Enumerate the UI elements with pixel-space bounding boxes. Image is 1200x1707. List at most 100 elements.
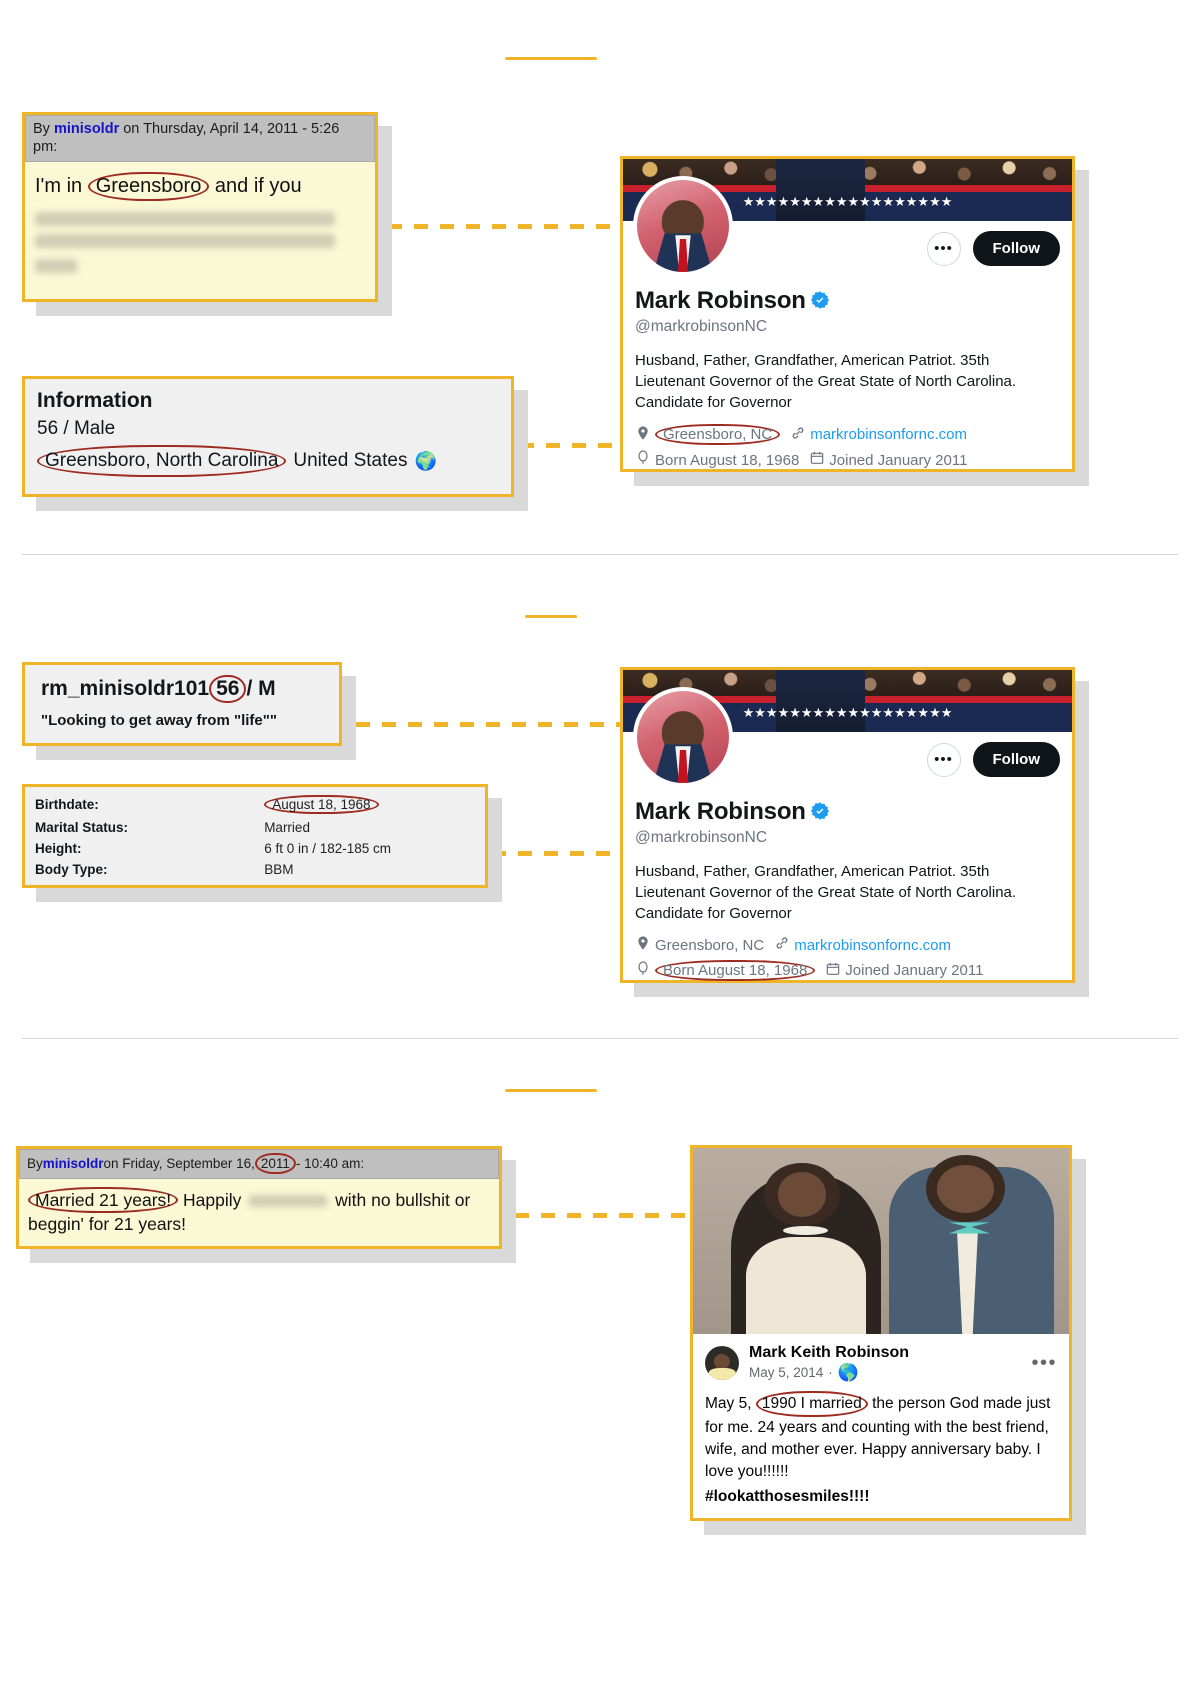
forum-post-1: By minisoldr on Thursday, April 14, 2011… [22, 112, 378, 302]
table-row: Height: 6 ft 0 in / 182-185 cm [25, 838, 485, 859]
annotation-age-56: 56 [209, 675, 247, 703]
profile-joined-2: Joined January 2011 [845, 962, 984, 979]
redacted-text-line-2 [35, 233, 335, 248]
profile-meta-row-1b: Born August 18, 1968 Joined January 2011 [635, 450, 1060, 470]
born-item-1: Born August 18, 1968 [635, 450, 799, 470]
forum-post-1-body-suffix: and if you [209, 175, 302, 197]
more-options-button[interactable]: ••• [926, 231, 961, 266]
forum-post-3-header: By minisoldr on Friday, September 16, 20… [19, 1149, 499, 1179]
redacted-word [249, 1195, 328, 1208]
table-row: Body Type: BBM [25, 859, 485, 880]
follow-button[interactable]: Follow [972, 742, 1060, 777]
forum-post-3: By minisoldr on Friday, September 16, 20… [16, 1146, 502, 1249]
avatar[interactable] [637, 691, 729, 783]
profile-handle-1: @markrobinsonNC [635, 318, 768, 335]
forum-post-3-by-label: By [27, 1156, 43, 1171]
calendar-icon [825, 961, 841, 981]
avatar-ring-2 [633, 687, 733, 787]
profile-display-name-2: Mark Robinson [635, 798, 1060, 828]
more-options-button[interactable]: ••• [926, 742, 961, 777]
profile-website-link-1[interactable]: markrobinsonfornc.com [810, 426, 967, 443]
annotation-birthdate: August 18, 1968 [264, 795, 379, 814]
facebook-hashtag[interactable]: #lookatthosesmiles [705, 1488, 849, 1505]
details-label-3: Body Type: [35, 862, 108, 877]
profile-handle-2: @markrobinsonNC [635, 829, 768, 846]
profile-joined-1: Joined January 2011 [829, 451, 968, 469]
link-icon [774, 935, 790, 955]
annotation-married-21-years: Married 21 years! [28, 1187, 179, 1213]
annotation-greensboro-nc-profile: Greensboro, NC [655, 424, 781, 445]
section-2-tick [525, 615, 577, 618]
connector-details-to-profile-2 [492, 851, 630, 856]
details-value-2: 6 ft 0 in / 182-185 cm [264, 841, 392, 856]
website-item-2[interactable]: markrobinsonfornc.com [774, 935, 951, 955]
annotation-greensboro-nc-info: Greensboro, North Carolina [37, 445, 287, 477]
connector-post-to-profile-1 [388, 224, 628, 229]
profile-card-2: ★★★★★★★★★★★★★★★★★★ ••• Follow Mark Robin… [620, 667, 1075, 983]
details-label-1: Marital Status: [35, 820, 129, 835]
details-value-0: August 18, 1968 [264, 792, 485, 817]
profile-name-text: Mark Robinson [635, 798, 806, 825]
profile-born-1: Born August 18, 1968 [655, 451, 800, 469]
forum-post-1-header: By minisoldr on Thursday, April 14, 2011… [25, 115, 375, 162]
profile-bio-2: Husband, Father, Grandfather, American P… [635, 863, 1017, 922]
website-item-1[interactable]: markrobinsonfornc.com [790, 425, 967, 445]
facebook-post: Mark Keith Robinson May 5, 2014 · 🌎 ••• … [690, 1145, 1072, 1521]
section-1-tick [505, 57, 597, 60]
forum-post-1-author[interactable]: minisoldr [54, 121, 119, 137]
profile-meta-row-2b: Born August 18, 1968 Joined January 2011 [635, 960, 1060, 981]
details-value-3: BBM [264, 862, 294, 877]
facebook-text-rest: the person God made just for me. 24 year… [705, 1395, 1051, 1480]
link-icon [790, 425, 806, 445]
details-card: Birthdate: August 18, 1968 Marital Statu… [22, 784, 488, 888]
avatar-ring-1 [633, 176, 733, 276]
section-3-tick [505, 1089, 597, 1092]
profile-name-text: Mark Robinson [635, 287, 806, 314]
avatar[interactable] [705, 1345, 739, 1380]
verified-badge-icon [810, 289, 830, 317]
information-card: Information 56 / Male Greensboro, North … [22, 376, 514, 497]
section-divider-1 [22, 554, 1178, 555]
annotation-born-august-18-1968: Born August 18, 1968 [655, 960, 816, 981]
redacted-text-line-3 [35, 258, 77, 273]
annotation-year-2011: 2011 [254, 1153, 296, 1174]
details-label-0: Birthdate: [35, 797, 99, 812]
forum-post-1-body: I'm in Greensboro and if you [25, 162, 375, 288]
more-horizontal-icon[interactable]: ••• [1031, 1353, 1057, 1373]
annotation-greensboro-post: Greensboro [87, 172, 210, 201]
facebook-post-date-row: May 5, 2014 · 🌎 [749, 1364, 1021, 1381]
table-row: Birthdate: August 18, 1968 [25, 792, 485, 817]
facebook-post-date: May 5, 2014 [749, 1365, 824, 1380]
verified-badge-icon [810, 800, 830, 828]
globe-icon: 🌎 [837, 1363, 859, 1382]
follow-button[interactable]: Follow [972, 231, 1060, 266]
location-item-1: Greensboro, NC [635, 424, 781, 445]
forum-post-3-time: - 10:40 am: [295, 1156, 365, 1171]
balloon-icon [635, 960, 651, 981]
facebook-text-prefix: May 5, [705, 1395, 756, 1412]
forum-post-3-author[interactable]: minisoldr [43, 1155, 104, 1172]
details-value-1: Married [264, 820, 310, 835]
username-row: rm_minisoldr101 56 / M [25, 665, 339, 703]
information-age-gender: 56 / Male [37, 418, 116, 439]
profile-website-link-2[interactable]: markrobinsonfornc.com [794, 937, 951, 954]
table-row: Marital Status: Married [25, 817, 485, 838]
avatar[interactable] [637, 180, 729, 272]
profile-location-2: Greensboro, NC [655, 936, 765, 954]
information-card-title: Information [37, 389, 153, 412]
facebook-hashtag-suffix: !!!! [848, 1488, 870, 1505]
infographic-canvas: By minisoldr on Thursday, April 14, 2011… [0, 0, 1200, 1707]
profile-display-name-1: Mark Robinson [635, 287, 1060, 317]
location-item-2: Greensboro, NC [635, 935, 764, 955]
forum-post-3-date: on Friday, September 16, [103, 1156, 255, 1171]
facebook-author-name[interactable]: Mark Keith Robinson [749, 1344, 1021, 1362]
forum-post-1-body-prefix: I'm in [35, 175, 88, 197]
born-item-2: Born August 18, 1968 [635, 960, 816, 981]
facebook-post-text: May 5, 1990 I married the person God mad… [693, 1381, 1069, 1508]
facebook-photo[interactable] [693, 1148, 1069, 1334]
profile-bio-1: Husband, Father, Grandfather, American P… [635, 352, 1017, 411]
annotation-1990-i-married: 1990 I married [755, 1391, 868, 1417]
username-text: rm_minisoldr101 [41, 677, 210, 700]
facebook-date-separator: · [828, 1365, 833, 1380]
balloon-icon [635, 450, 651, 470]
